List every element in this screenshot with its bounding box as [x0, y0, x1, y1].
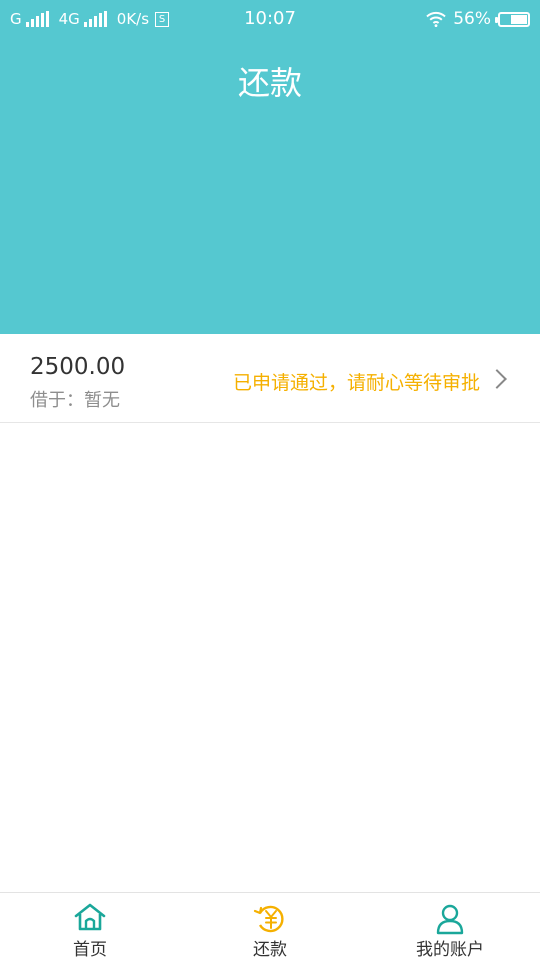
- loan-lender: 借于：暂无: [30, 390, 120, 411]
- loan-status: 已申请通过，请耐心等待审批: [232, 372, 480, 394]
- loan-list-item[interactable]: 2500.00 借于：暂无 已申请通过，请耐心等待审批: [0, 334, 540, 423]
- repay-yen-icon: [253, 905, 284, 933]
- loan-amount: 2500.00: [30, 354, 126, 380]
- header: G 4G 0K/s S 10:07 56% 还款: [0, 0, 540, 334]
- tab-my-account[interactable]: 我的账户: [360, 893, 540, 960]
- home-icon: [74, 903, 106, 931]
- bottom-tabbar: 首页 还款 我的账户: [0, 892, 540, 960]
- tab-home[interactable]: 首页: [0, 893, 180, 960]
- user-icon: [436, 904, 464, 935]
- battery-percent: 56%: [453, 9, 491, 29]
- status-right: 56%: [426, 9, 530, 29]
- page-title: 还款: [237, 65, 302, 101]
- battery-level: [511, 14, 527, 24]
- tab-repay[interactable]: 还款: [180, 893, 360, 960]
- battery-icon: [495, 11, 530, 27]
- chevron-right-icon: [487, 369, 507, 389]
- tab-label: 还款: [253, 940, 287, 960]
- tab-label: 我的账户: [416, 940, 484, 960]
- tab-label: 首页: [73, 940, 107, 960]
- wifi-icon: [426, 11, 446, 27]
- status-bar: G 4G 0K/s S 10:07 56%: [0, 0, 540, 38]
